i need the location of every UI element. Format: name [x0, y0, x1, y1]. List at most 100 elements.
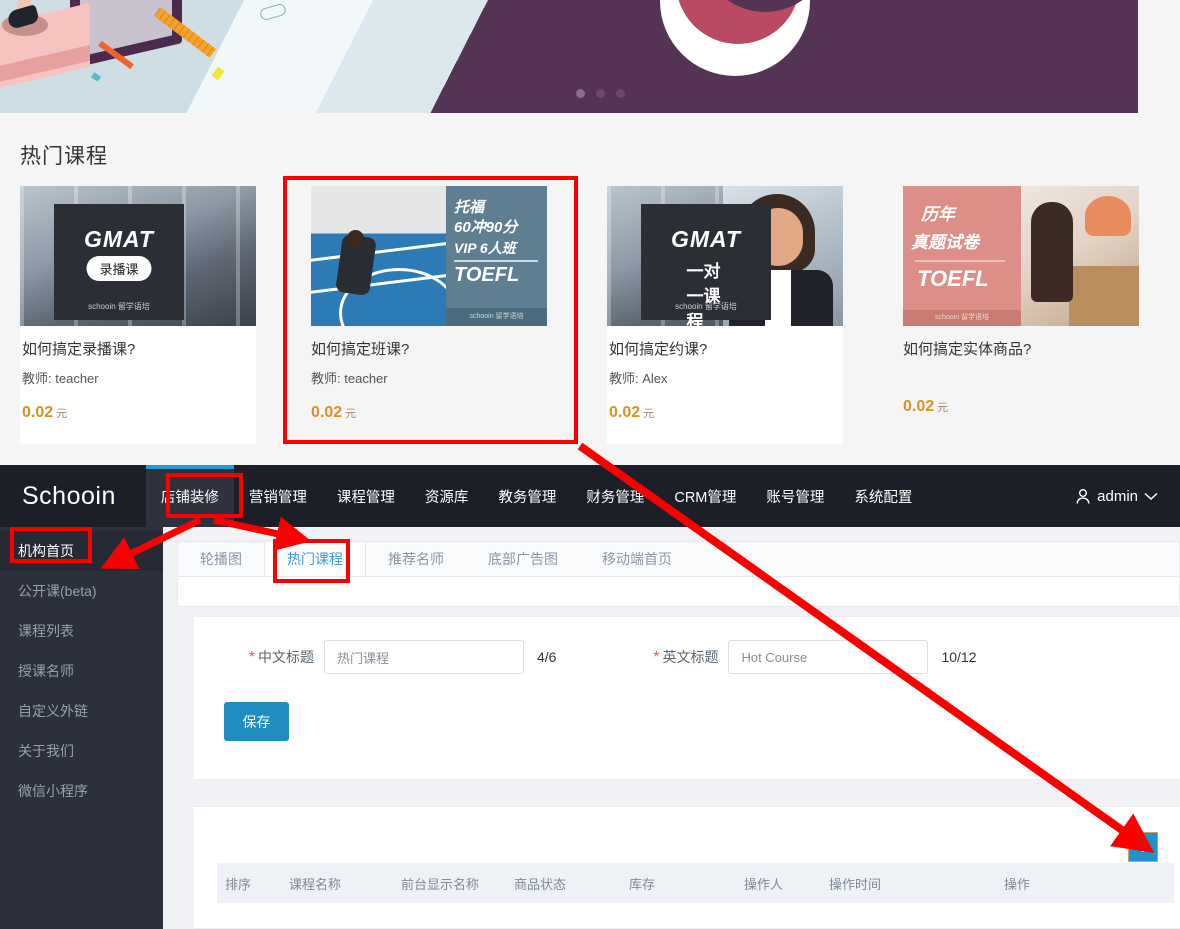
tab-carousel[interactable]: 轮播图 — [178, 542, 264, 576]
user-menu[interactable]: admin — [1075, 465, 1158, 527]
nav-item-crm[interactable]: CRM管理 — [659, 465, 751, 527]
nav-item-account[interactable]: 账号管理 — [751, 465, 839, 527]
nav-item-shop-decoration[interactable]: 店铺装修 — [145, 465, 234, 527]
nav-item-academic-affairs[interactable]: 教务管理 — [483, 465, 571, 527]
thumbnail-photo — [1021, 186, 1139, 326]
sidebar-item-institution-home[interactable]: 机构首页 — [0, 531, 163, 571]
course-teacher-name: Alex — [642, 371, 668, 386]
course-teacher-label: 教师: — [311, 371, 341, 386]
tab-footer-ad[interactable]: 底部广告图 — [466, 542, 580, 576]
table-header-operation-time: 操作时间 — [829, 876, 882, 892]
thumbnail-line-2: 真题试卷 — [911, 233, 979, 252]
course-card[interactable]: GMAT 一对一课程 schooin 留学语培 如何搞定约课? 教师: Alex… — [607, 186, 843, 444]
thumbnail-brand: schooin 留学语培 — [88, 302, 150, 311]
course-price: 0.02 元 — [609, 404, 841, 422]
carousel-dot-3[interactable] — [616, 89, 625, 98]
title-form-card: *中文标题 4/6 *英文标题 10/12 保存 — [193, 616, 1180, 780]
course-thumbnail: GMAT 一对一课程 schooin 留学语培 — [607, 186, 843, 326]
en-title-input[interactable] — [728, 640, 929, 674]
tab-panel-top — [177, 577, 1180, 607]
carousel-dot-2[interactable] — [596, 89, 605, 98]
pencil-tip-icon — [91, 72, 101, 82]
thumbnail-photo — [311, 186, 467, 326]
table-header-actions: 操作 — [1004, 876, 1031, 892]
table-header-order: 排序 — [225, 876, 252, 892]
carousel-dots[interactable] — [576, 89, 625, 98]
course-card-body: 如何搞定录播课? 教师: teacher 0.02 元 — [20, 326, 256, 422]
banner-carousel[interactable] — [0, 0, 1138, 113]
thumbnail-line-1: 历年 — [921, 205, 955, 224]
cn-title-input[interactable] — [324, 640, 524, 674]
carousel-dot-1[interactable] — [576, 89, 585, 98]
course-card[interactable]: 托福 60冲90分 VIP 6人班 TOEFL schooin 留学语培 如何搞… — [311, 186, 547, 444]
course-price-value: 0.02 — [609, 404, 641, 421]
sidebar-item-teachers[interactable]: 授课名师 — [0, 651, 163, 691]
course-card-body: 如何搞定实体商品? 0.02 元 — [903, 326, 1139, 416]
screenshot-root: 热门课程 GMAT 录播课 schooin 留学语培 如何搞定录播课? 教师: — [0, 0, 1180, 929]
course-card[interactable]: GMAT 录播课 schooin 留学语培 如何搞定录播课? 教师: teach… — [20, 186, 256, 444]
course-price-value: 0.02 — [311, 404, 343, 421]
sidebar-navigation: 机构首页 公开课(beta) 课程列表 授课名师 自定义外链 关于我们 微信小程… — [0, 527, 163, 929]
course-price: 0.02 元 — [22, 404, 254, 422]
course-card[interactable]: 历年 真题试卷 TOEFL schooin 留学语培 如何搞定实体商品? 0.0… — [903, 186, 1139, 444]
course-price: 0.02 元 — [903, 398, 1137, 416]
top-navigation-bar: Schooin 店铺装修 营销管理 课程管理 资源库 教务管理 财务管理 CRM… — [0, 465, 1180, 527]
paperclip-icon — [258, 2, 288, 22]
nav-item-course-management[interactable]: 课程管理 — [322, 465, 410, 527]
course-teacher-label: 教师: — [22, 371, 52, 386]
thumbnail-overlay: 托福 60冲90分 VIP 6人班 TOEFL schooin 留学语培 — [446, 186, 547, 326]
thumbnail-overlay: GMAT 录播课 schooin 留学语培 — [54, 204, 184, 320]
course-teacher — [903, 368, 1137, 381]
thumbnail-line-3: TOEFL — [917, 266, 989, 291]
tab-list: 轮播图 热门课程 推荐名师 底部广告图 移动端首页 — [178, 542, 1179, 576]
course-title: 如何搞定实体商品? — [903, 341, 1032, 358]
sidebar-item-custom-link[interactable]: 自定义外链 — [0, 691, 163, 731]
banner-illustration — [0, 0, 660, 113]
nav-item-system-config[interactable]: 系统配置 — [839, 465, 927, 527]
thumbnail-brand: schooin 留学语培 — [903, 310, 1021, 326]
course-price-value: 0.02 — [903, 398, 935, 415]
hot-courses-heading: 热门课程 — [20, 145, 108, 168]
course-table-card: 排序 课程名称 前台显示名称 商品状态 库存 操作人 操作时间 操作 — [193, 806, 1180, 929]
table-header-display-name: 前台显示名称 — [401, 876, 480, 892]
course-price-value: 0.02 — [22, 404, 54, 421]
tab-recommended-teachers[interactable]: 推荐名师 — [366, 542, 466, 576]
course-title: 如何搞定班课? — [311, 341, 410, 358]
thumbnail-line-3: VIP 6人班 — [454, 240, 516, 256]
sidebar-item-course-list[interactable]: 课程列表 — [0, 611, 163, 651]
nav-item-marketing[interactable]: 营销管理 — [234, 465, 322, 527]
course-card-body: 如何搞定约课? 教师: Alex 0.02 元 — [607, 326, 843, 422]
en-title-label: * 英文标题 — [653, 649, 719, 666]
course-title: 如何搞定约课? — [609, 341, 708, 358]
ruler-tip-icon — [211, 66, 225, 81]
thumbnail-brand: schooin 留学语培 — [675, 302, 737, 311]
nav-item-resource-library[interactable]: 资源库 — [410, 465, 484, 527]
nav-item-finance[interactable]: 财务管理 — [571, 465, 659, 527]
table-header-row: 排序 课程名称 前台显示名称 商品状态 库存 操作人 操作时间 操作 — [217, 863, 1174, 903]
table-header-course-name: 课程名称 — [289, 876, 342, 892]
user-name: admin — [1097, 487, 1138, 505]
course-teacher-label: 教师: — [609, 371, 639, 386]
app-logo: Schooin — [22, 481, 116, 510]
tab-hot-courses[interactable]: 热门课程 — [264, 542, 366, 576]
sidebar-item-about-us[interactable]: 关于我们 — [0, 731, 163, 771]
tab-mobile-home[interactable]: 移动端首页 — [580, 542, 694, 576]
thumbnail-overlay: GMAT 一对一课程 schooin 留学语培 — [641, 204, 771, 326]
user-icon — [1075, 488, 1091, 505]
thumbnail-overlay: 历年 真题试卷 TOEFL schooin 留学语培 — [903, 186, 1021, 326]
course-teacher-name: teacher — [55, 371, 99, 386]
storefront-preview: 热门课程 GMAT 录播课 schooin 留学语培 如何搞定录播课? 教师: — [0, 0, 1180, 465]
save-button[interactable]: 保存 — [224, 702, 289, 741]
course-teacher: 教师: Alex — [609, 368, 841, 387]
required-asterisk: * — [653, 649, 660, 666]
sidebar-item-wechat-miniprogram[interactable]: 微信小程序 — [0, 771, 163, 811]
en-title-counter: 10/12 — [941, 649, 977, 665]
course-thumbnail: GMAT 录播课 schooin 留学语培 — [20, 186, 256, 326]
cn-title-label: * 中文标题 — [248, 649, 314, 666]
chevron-down-icon[interactable] — [1144, 492, 1158, 501]
thumbnail-badge: 录播课 — [86, 256, 152, 281]
sidebar-item-open-course[interactable]: 公开课(beta) — [0, 571, 163, 611]
course-teacher: 教师: teacher — [22, 368, 254, 387]
add-course-button[interactable]: + — [1128, 832, 1158, 862]
course-thumbnail: 托福 60冲90分 VIP 6人班 TOEFL schooin 留学语培 — [311, 186, 547, 326]
